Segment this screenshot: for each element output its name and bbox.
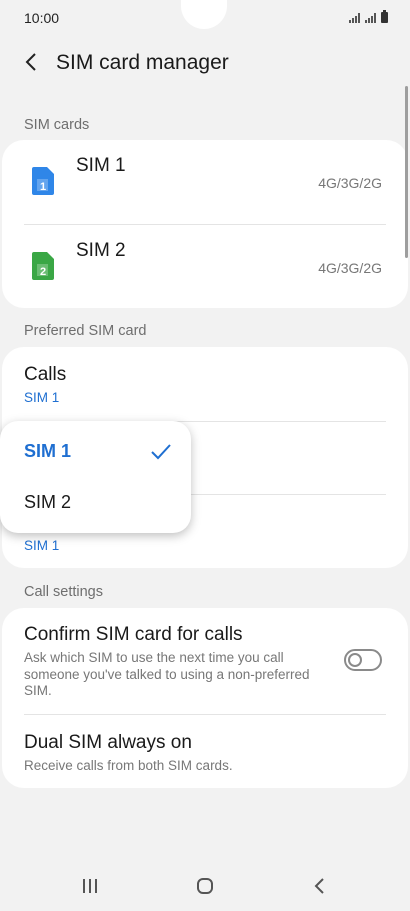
app-bar: SIM card manager — [0, 36, 410, 92]
confirm-sim-toggle[interactable] — [344, 649, 382, 671]
scrollbar[interactable] — [405, 86, 408, 258]
back-icon[interactable] — [305, 874, 335, 898]
signal-2-icon — [365, 13, 376, 23]
popup-option-sim-1[interactable]: SIM 1 — [0, 426, 191, 478]
calls-value: SIM 1 — [24, 390, 60, 405]
page-title: SIM card manager — [56, 51, 229, 74]
sim-card-row-2[interactable]: 2 SIM 2 4G/3G/2G — [2, 224, 408, 308]
popup-option-sim-2[interactable]: SIM 2 — [0, 477, 191, 529]
sim-card-1-name: SIM 1 — [76, 155, 126, 176]
dual-sim-row[interactable]: Dual SIM always on Receive calls from bo… — [2, 715, 408, 788]
sim-card-1-number: 1 — [40, 181, 46, 193]
home-icon[interactable] — [190, 874, 220, 898]
popup-option-label: SIM 2 — [24, 492, 72, 512]
recents-icon[interactable] — [75, 874, 105, 898]
dual-sim-title: Dual SIM always on — [24, 732, 192, 753]
dual-sim-description: Receive calls from both SIM cards. — [24, 758, 233, 773]
confirm-sim-row[interactable]: Confirm SIM card for calls Ask which SIM… — [2, 608, 408, 714]
status-bar: 10:00 — [0, 0, 410, 36]
calls-row[interactable]: Calls SIM 1 — [2, 347, 408, 421]
sim-card-1-network: 4G/3G/2G — [318, 175, 382, 191]
calls-title: Calls — [24, 364, 67, 385]
camera-notch — [181, 0, 227, 29]
toggle-knob — [348, 653, 362, 667]
signal-1-icon — [349, 13, 360, 23]
popup-option-label: SIM 1 — [24, 441, 72, 461]
navigation-bar — [0, 862, 410, 911]
sim-card-1-icon: 1 — [32, 167, 54, 195]
section-label-call-settings: Call settings — [24, 584, 103, 600]
confirm-sim-description: Ask which SIM to use the next time you c… — [24, 650, 310, 698]
mobile-data-value: SIM 1 — [24, 538, 60, 553]
section-label-sim-cards: SIM cards — [24, 117, 90, 133]
sim-card-row-1[interactable]: 1 SIM 1 4G/3G/2G — [2, 140, 408, 224]
confirm-sim-title: Confirm SIM card for calls — [24, 624, 243, 645]
section-label-preferred: Preferred SIM card — [24, 323, 147, 339]
status-time: 10:00 — [24, 10, 60, 26]
sim-cards-card: 1 SIM 1 4G/3G/2G 2 SIM 2 4G/3G/2G — [2, 140, 408, 308]
sim-card-2-number: 2 — [40, 266, 46, 278]
chevron-left-icon[interactable] — [20, 50, 44, 74]
call-settings-card: Confirm SIM card for calls Ask which SIM… — [2, 608, 408, 788]
sim-card-2-network: 4G/3G/2G — [318, 260, 382, 276]
battery-icon — [381, 10, 388, 23]
check-icon — [151, 444, 171, 460]
sim-card-2-icon: 2 — [32, 252, 54, 280]
sim-select-popup: SIM 1 SIM 2 — [0, 421, 191, 533]
sim-card-2-name: SIM 2 — [76, 240, 126, 261]
status-icons — [349, 10, 388, 23]
